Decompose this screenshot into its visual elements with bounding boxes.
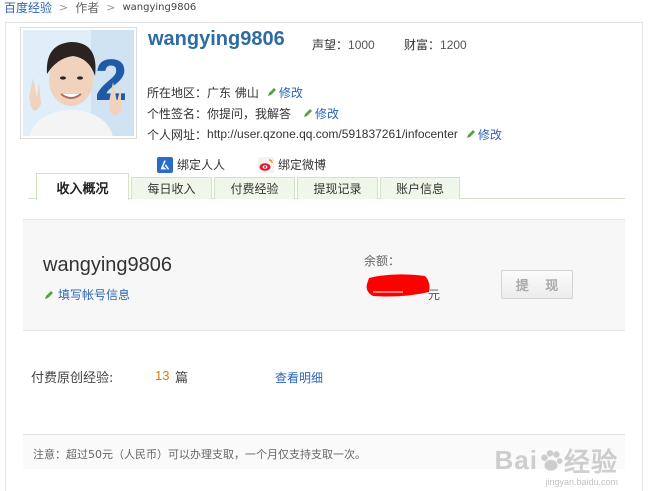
signature-value: 你提问，我解答 [207, 106, 292, 121]
tab-bar: 收入概况 每日收入 付费经验 提现记录 账户信息 [28, 173, 625, 200]
balance-label: 余额： [364, 254, 401, 268]
pencil-icon [304, 109, 313, 117]
reputation-stat: 声望：1000 [312, 36, 375, 53]
bind-weibo-button[interactable]: 绑定微博 [258, 156, 326, 173]
weibo-icon [258, 156, 274, 173]
reputation-label: 声望： [312, 38, 349, 52]
breadcrumb-separator-icon: > [59, 0, 69, 14]
edit-homepage-label: 修改 [477, 127, 502, 142]
edit-signature-button[interactable]: 修改 [303, 105, 339, 122]
homepage-url[interactable]: http://user.qzone.qq.com/591837261/infoc… [207, 127, 458, 141]
paid-experience-label: 付费原创经验: [31, 371, 114, 386]
region-row: 所在地区： 广东 佛山 修改 [147, 84, 303, 100]
paid-experience-unit: 篇 [175, 371, 189, 386]
pencil-icon [267, 88, 276, 96]
edit-signature-label: 修改 [315, 106, 340, 121]
homepage-row: 个人网址： http://user.qzone.qq.com/591837261… [147, 126, 502, 142]
summary-username: wangying9806 [43, 254, 172, 276]
breadcrumb: 百度经验 > 作者 > wangying9806 [4, 0, 196, 16]
breadcrumb-author[interactable]: 作者 [75, 0, 99, 16]
income-summary-panel: wangying9806 填写帐号信息 余额： 元 提 现 [23, 219, 625, 331]
avatar: 2 [20, 27, 137, 139]
watermark-url: jingyan.baidu.com [545, 477, 618, 487]
edit-homepage-button[interactable]: 修改 [466, 126, 502, 143]
breadcrumb-home-link[interactable]: 百度经验 [4, 0, 52, 16]
watermark-logo-text: Bai [494, 445, 538, 475]
page: 百度经验 > 作者 > wangying9806 2 wangying9806 … [0, 0, 648, 491]
edit-region-label: 修改 [278, 85, 303, 100]
watermark-logo: Bai 经验 [495, 442, 618, 479]
pencil-icon [45, 290, 53, 299]
bind-renren-button[interactable]: 绑定人人 [157, 156, 225, 173]
baidu-jingyan-watermark: Bai 经验 jingyan.baidu.com [495, 442, 618, 487]
renren-icon [157, 156, 173, 173]
tab-income-overview[interactable]: 收入概况 [36, 173, 129, 200]
withdraw-button[interactable]: 提 现 [501, 270, 573, 299]
region-label: 所在地区： [147, 85, 208, 100]
pencil-icon [466, 130, 475, 138]
watermark-logo-cn: 经验 [563, 447, 618, 477]
wealth-value: 1200 [440, 38, 467, 52]
bind-weibo-label: 绑定微博 [278, 158, 327, 172]
edit-region-button[interactable]: 修改 [267, 84, 303, 101]
view-detail-link[interactable]: 查看明细 [275, 369, 323, 386]
reputation-value: 1000 [348, 38, 375, 52]
breadcrumb-separator-icon: > [106, 0, 116, 14]
tab-withdraw-records[interactable]: 提现记录 [297, 177, 378, 199]
currency-unit: 元 [428, 288, 441, 302]
profile-username[interactable]: wangying9806 [148, 28, 285, 51]
region-value: 广东 佛山 [207, 85, 259, 100]
wealth-stat: 财富：1200 [404, 36, 467, 53]
signature-row: 个性签名： 你提问，我解答 修改 [147, 105, 339, 121]
tab-account-info[interactable]: 账户信息 [380, 177, 460, 199]
fill-account-info-link[interactable]: 填写帐号信息 [44, 286, 130, 303]
bind-renren-label: 绑定人人 [177, 158, 226, 172]
wealth-label: 财富： [404, 38, 441, 52]
redaction-mark [366, 274, 430, 297]
homepage-label: 个人网址： [147, 127, 208, 142]
tab-paid-experience[interactable]: 付费经验 [214, 177, 295, 199]
breadcrumb-current-user: wangying9806 [122, 1, 197, 13]
fill-account-info-label: 填写帐号信息 [58, 288, 131, 302]
paid-experience-count: 13 [155, 368, 170, 383]
tab-daily-income[interactable]: 每日收入 [131, 177, 212, 199]
avatar-photo: 2 [23, 30, 134, 136]
signature-label: 个性签名： [147, 106, 208, 121]
paw-icon [541, 449, 563, 471]
